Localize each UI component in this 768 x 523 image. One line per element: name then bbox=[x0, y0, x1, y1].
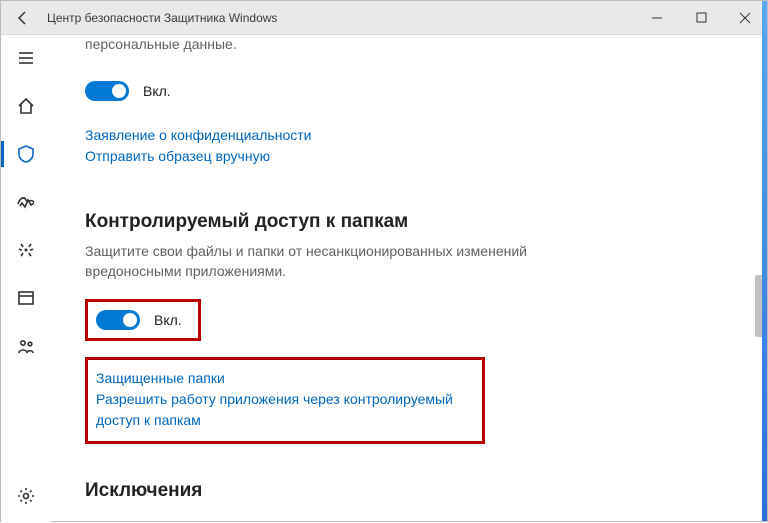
close-button[interactable] bbox=[723, 1, 767, 35]
nav-virus-protection[interactable] bbox=[6, 137, 46, 171]
cloud-protection-toggle[interactable] bbox=[85, 81, 129, 101]
nav-home[interactable] bbox=[6, 89, 46, 123]
privacy-statement-link[interactable]: Заявление о конфиденциальности bbox=[85, 125, 737, 146]
maximize-button[interactable] bbox=[679, 1, 723, 35]
back-button[interactable] bbox=[1, 1, 45, 35]
window-right-edge-decor bbox=[762, 1, 767, 521]
submit-sample-link[interactable]: Отправить образец вручную bbox=[85, 146, 737, 167]
nav-settings[interactable] bbox=[6, 479, 46, 513]
folder-access-title: Контролируемый доступ к папкам bbox=[85, 211, 737, 233]
folder-access-toggle[interactable] bbox=[96, 310, 140, 330]
cloud-protection-toggle-row: Вкл. bbox=[85, 81, 737, 101]
nav-firewall[interactable] bbox=[6, 233, 46, 267]
allow-app-through-link[interactable]: Разрешить работу приложения через контро… bbox=[96, 389, 468, 431]
nav-family[interactable] bbox=[6, 329, 46, 363]
nav-device-performance[interactable] bbox=[6, 185, 46, 219]
exclusions-title: Исключения bbox=[85, 480, 737, 502]
content-area: персональные данные. Вкл. Заявление о ко… bbox=[51, 35, 767, 523]
annotation-highlight-links: Защищенные папки Разрешить работу прилож… bbox=[85, 357, 485, 444]
protected-folders-link[interactable]: Защищенные папки bbox=[96, 368, 468, 389]
titlebar: Центр безопасности Защитника Windows bbox=[1, 1, 767, 35]
window-title: Центр безопасности Защитника Windows bbox=[45, 11, 277, 25]
hamburger-menu-button[interactable] bbox=[6, 41, 46, 75]
folder-access-toggle-label: Вкл. bbox=[154, 312, 182, 328]
folder-access-description: Защитите свои файлы и папки от несанкцио… bbox=[85, 241, 605, 282]
nav-app-browser[interactable] bbox=[6, 281, 46, 315]
annotation-highlight-toggle: Вкл. bbox=[85, 299, 201, 341]
minimize-button[interactable] bbox=[635, 1, 679, 35]
cloud-protection-toggle-label: Вкл. bbox=[143, 83, 171, 99]
sidebar bbox=[1, 35, 51, 523]
intro-text-fragment: персональные данные. bbox=[85, 35, 737, 55]
